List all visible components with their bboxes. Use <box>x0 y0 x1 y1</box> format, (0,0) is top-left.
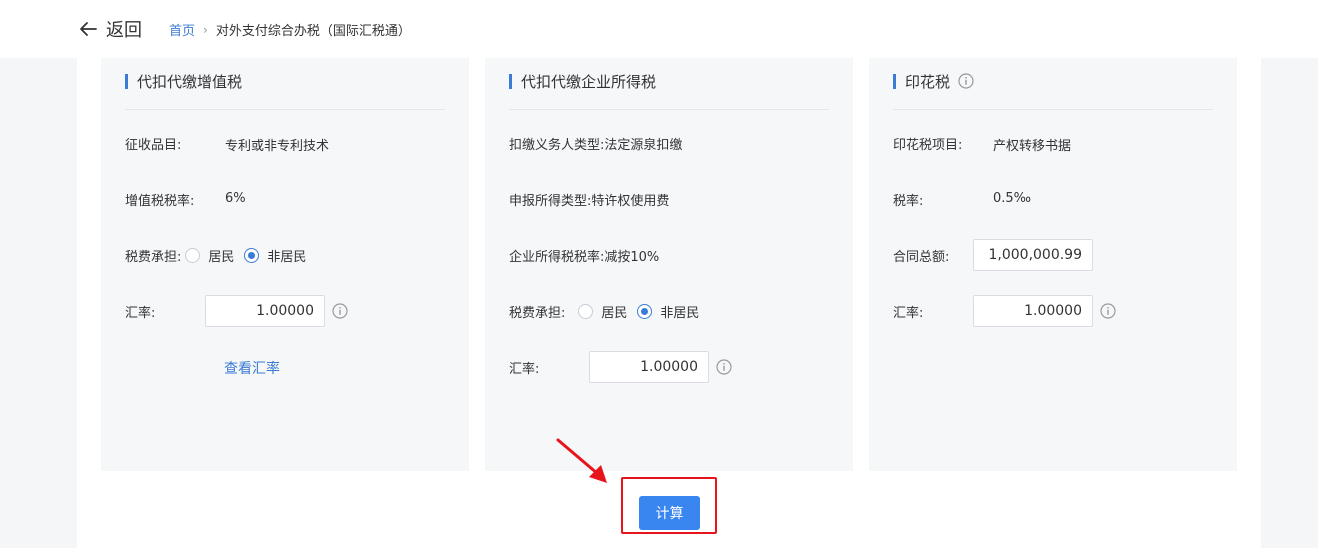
radio-label: 非居民 <box>267 249 307 265</box>
cit-card-title: 代扣代缴企业所得税 <box>521 72 657 91</box>
cit-bearer-row: 税费承担: 居民 非居民 <box>509 295 709 327</box>
cit-rate-row: 企业所得税税率: 减按10% <box>509 239 659 271</box>
cit-income-label: 申报所得类型: <box>509 193 592 209</box>
vat-card: 代扣代缴增值税 征收品目: 专利或非专利技术 增值税税率: 6% 税费承担: 居… <box>101 58 469 471</box>
radio-circle-checked <box>637 303 653 319</box>
cit-exchange-input[interactable]: 1.00000 <box>589 351 709 383</box>
top-bar: 返回 首页 › 对外支付综合办税（国际汇税通） <box>0 0 1318 58</box>
vat-item-value: 专利或非专利技术 <box>225 139 330 154</box>
stamp-exchange-input[interactable]: 1.00000 <box>973 295 1093 327</box>
back-label: 返回 <box>106 20 142 41</box>
vat-bearer-row: 税费承担: 居民 非居民 <box>125 239 316 271</box>
cit-income-row: 申报所得类型: 特许权使用费 <box>509 183 669 215</box>
title-accent-bar <box>893 73 896 89</box>
stamp-item-row: 印花税项目: 产权转移书据 <box>893 127 1071 159</box>
cit-bearer-resident-radio[interactable]: 居民 <box>578 302 627 321</box>
breadcrumb-home-link[interactable]: 首页 <box>169 20 195 39</box>
vat-card-title: 代扣代缴增值税 <box>137 72 243 91</box>
divider <box>125 109 445 110</box>
vat-rate-row: 增值税税率: 6% <box>125 183 246 215</box>
card-title: 代扣代缴增值税 <box>125 70 242 92</box>
divider <box>509 109 829 110</box>
stamp-exchange-label: 汇率: <box>893 305 924 321</box>
cit-exchange-row: 汇率: 1.00000 <box>509 351 769 383</box>
breadcrumb-current: 对外支付综合办税（国际汇税通） <box>215 24 411 39</box>
vat-bearer-nonresident-radio[interactable]: 非居民 <box>244 246 306 265</box>
vat-exchange-label: 汇率: <box>125 305 156 321</box>
stamp-rate-row: 税率: 0.5‰ <box>893 183 1031 215</box>
stamp-rate-label: 税率: <box>893 193 924 209</box>
cit-obligor-label: 扣缴义务人类型: <box>509 137 605 153</box>
vat-bearer-label: 税费承担: <box>125 249 182 265</box>
stamp-item-value: 产权转移书据 <box>993 139 1072 154</box>
arrow-left-icon <box>80 22 97 36</box>
stamp-card-title: 印花税 <box>905 72 951 91</box>
vat-rate-value: 6% <box>225 191 246 206</box>
vat-bearer-resident-radio[interactable]: 居民 <box>185 246 234 265</box>
radio-label: 非居民 <box>660 305 700 321</box>
calculate-highlight-box: 计算 <box>621 477 717 534</box>
vat-item-label: 征收品目: <box>125 137 182 153</box>
stamp-amount-row: 合同总额: 1,000,000.99 <box>893 239 1153 271</box>
vat-exchange-input[interactable]: 1.00000 <box>205 295 325 327</box>
cit-bearer-label: 税费承担: <box>509 305 566 321</box>
info-icon[interactable] <box>716 359 732 375</box>
info-icon[interactable] <box>1100 303 1116 319</box>
radio-circle-checked <box>244 247 260 263</box>
stamp-exchange-row: 汇率: 1.00000 <box>893 295 1153 327</box>
calculate-button[interactable]: 计算 <box>639 496 700 530</box>
title-accent-bar <box>125 73 128 89</box>
cit-exchange-label: 汇率: <box>509 361 540 377</box>
vat-exchange-row: 汇率: 1.00000 <box>125 295 385 327</box>
contract-amount-input[interactable]: 1,000,000.99 <box>973 239 1093 271</box>
radio-circle <box>578 303 594 319</box>
breadcrumb: 首页 › 对外支付综合办税（国际汇税通） <box>169 20 411 40</box>
stamp-card: 印花税 印花税项目: 产权转移书据 税率: 0.5‰ 合同总额: 1,000,0… <box>869 58 1237 471</box>
radio-circle <box>185 247 201 263</box>
cit-income-value: 特许权使用费 <box>591 193 670 209</box>
annotation-arrow-icon <box>556 438 607 483</box>
cit-card: 代扣代缴企业所得税 扣缴义务人类型: 法定源泉扣缴 申报所得类型: 特许权使用费… <box>485 58 853 471</box>
card-title: 代扣代缴企业所得税 <box>509 70 656 92</box>
cit-bearer-nonresident-radio[interactable]: 非居民 <box>637 302 699 321</box>
vat-rate-label: 增值税税率: <box>125 193 195 209</box>
info-icon[interactable] <box>958 73 974 89</box>
chevron-right-icon: › <box>203 22 208 37</box>
radio-label: 居民 <box>208 249 235 265</box>
cit-obligor-value: 法定源泉扣缴 <box>604 137 683 153</box>
cit-rate-value: 减按10% <box>604 249 660 265</box>
stamp-rate-value: 0.5‰ <box>993 191 1032 206</box>
stamp-amount-label: 合同总额: <box>893 249 950 265</box>
info-icon[interactable] <box>332 303 348 319</box>
cit-rate-label: 企业所得税税率: <box>509 249 605 265</box>
cit-obligor-row: 扣缴义务人类型: 法定源泉扣缴 <box>509 127 682 159</box>
divider <box>893 109 1213 110</box>
stamp-item-label: 印花税项目: <box>893 137 963 153</box>
view-exchange-rate-link[interactable]: 查看汇率 <box>224 358 280 378</box>
card-title: 印花税 <box>893 70 974 92</box>
back-button[interactable]: 返回 <box>78 14 142 44</box>
radio-label: 居民 <box>601 305 628 321</box>
title-accent-bar <box>509 73 512 89</box>
vat-item-row: 征收品目: 专利或非专利技术 <box>125 127 329 159</box>
